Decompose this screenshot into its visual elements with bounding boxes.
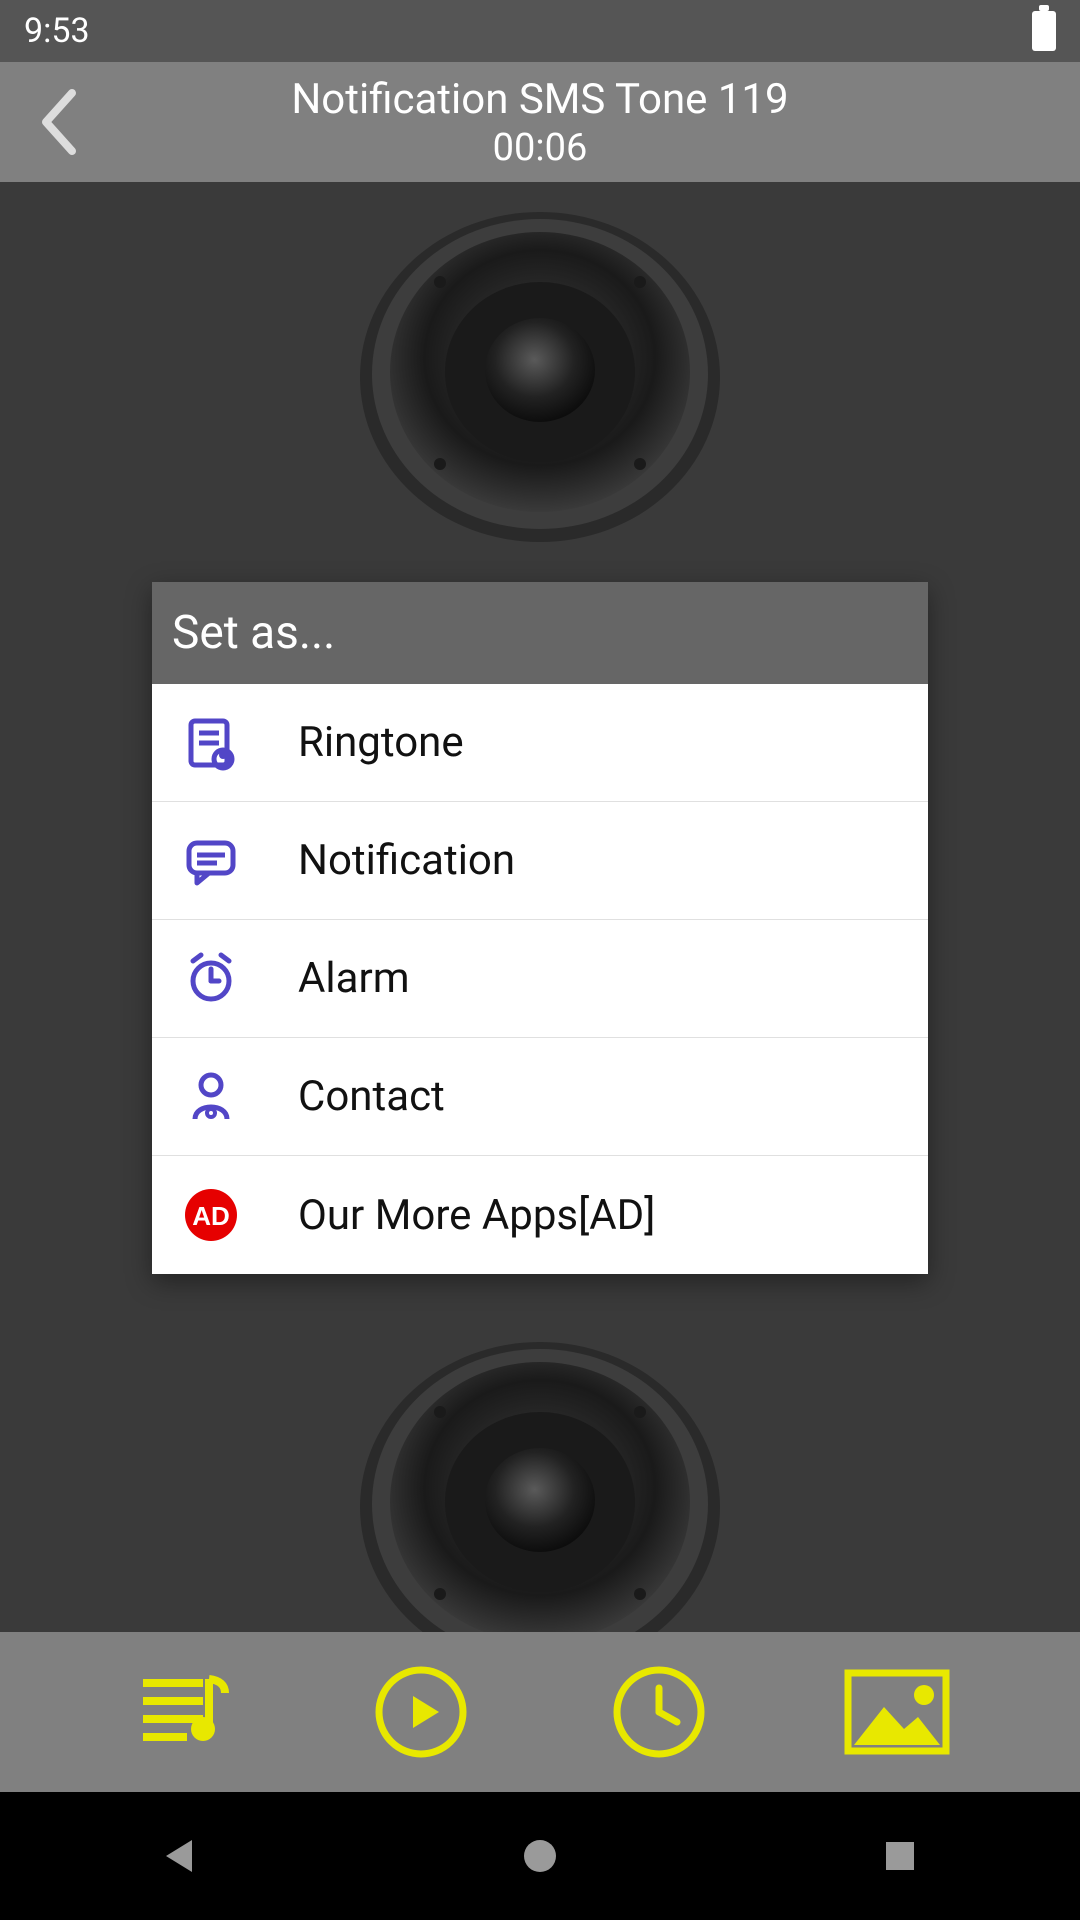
dialog-item-ringtone[interactable]: Ringtone <box>152 684 928 802</box>
back-button[interactable] <box>18 82 98 162</box>
ringtone-icon <box>180 712 242 774</box>
status-time: 9:53 <box>24 11 90 51</box>
nav-home-icon <box>520 1836 560 1876</box>
play-button[interactable] <box>366 1657 476 1767</box>
notification-icon <box>180 830 242 892</box>
status-right <box>1032 11 1056 51</box>
nav-recents-icon <box>880 1836 920 1876</box>
set-as-dialog: Set as... Ringtone <box>152 582 928 1274</box>
dialog-item-label: Contact <box>298 1072 445 1121</box>
contact-icon <box>180 1066 242 1128</box>
dialog-item-label: Notification <box>298 836 515 885</box>
dialog-item-notification[interactable]: Notification <box>152 802 928 920</box>
content-area: Set as... Ringtone <box>0 182 1080 1632</box>
alarm-icon <box>180 948 242 1010</box>
dialog-item-label: Alarm <box>298 954 410 1003</box>
battery-icon <box>1032 11 1056 51</box>
timer-button[interactable] <box>604 1657 714 1767</box>
play-icon <box>373 1664 469 1760</box>
dialog-item-label: Ringtone <box>298 718 464 767</box>
nav-back-button[interactable] <box>135 1811 225 1901</box>
dialog-item-alarm[interactable]: Alarm <box>152 920 928 1038</box>
svg-text:AD: AD <box>192 1201 230 1231</box>
ad-icon: AD <box>180 1184 242 1246</box>
bottom-bar <box>0 1632 1080 1792</box>
playlist-button[interactable] <box>128 1657 238 1767</box>
dialog-item-more-apps-ad[interactable]: AD Our More Apps[AD] <box>152 1156 928 1274</box>
image-icon <box>842 1667 952 1757</box>
nav-recents-button[interactable] <box>855 1811 945 1901</box>
dialog-title: Set as... <box>152 582 928 684</box>
app-header: Notification SMS Tone 119 00:06 <box>0 62 1080 182</box>
playlist-icon <box>133 1667 233 1757</box>
chevron-left-icon <box>36 87 80 157</box>
speaker-image-bottom <box>350 1332 730 1672</box>
dialog-item-contact[interactable]: Contact <box>152 1038 928 1156</box>
speaker-image-top <box>350 202 730 542</box>
nav-back-icon <box>158 1834 202 1878</box>
dialog-item-label: Our More Apps[AD] <box>298 1191 655 1240</box>
track-duration: 00:06 <box>0 126 1080 170</box>
wallpaper-button[interactable] <box>842 1657 952 1767</box>
clock-icon <box>611 1664 707 1760</box>
screen: 9:53 Notification SMS Tone 119 00:06 <box>0 0 1080 1920</box>
status-bar: 9:53 <box>0 0 1080 62</box>
header-titles: Notification SMS Tone 119 00:06 <box>0 75 1080 170</box>
nav-home-button[interactable] <box>495 1811 585 1901</box>
page-title: Notification SMS Tone 119 <box>0 75 1080 124</box>
android-nav-bar <box>0 1792 1080 1920</box>
